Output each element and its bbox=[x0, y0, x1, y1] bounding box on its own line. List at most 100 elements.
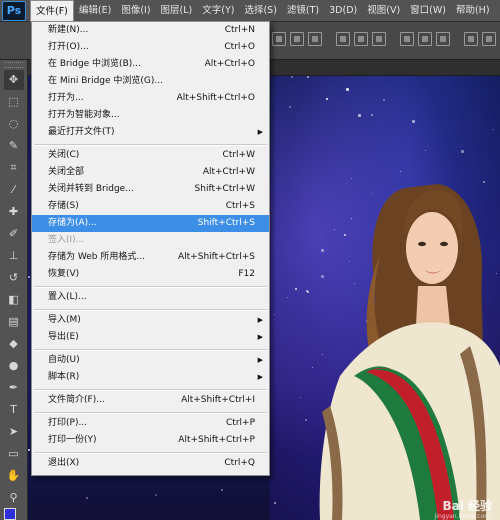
healing-brush-icon[interactable]: ✚ bbox=[4, 202, 24, 222]
menu-1[interactable]: 编辑(E) bbox=[74, 0, 116, 22]
blur-icon[interactable]: ◆ bbox=[4, 334, 24, 354]
star bbox=[221, 489, 223, 491]
menu-5[interactable]: 选择(S) bbox=[239, 0, 281, 22]
crop-icon[interactable]: ⌗ bbox=[4, 158, 24, 178]
menu-item-label: 打开为智能对象... bbox=[48, 107, 120, 124]
file-menu-item[interactable]: 在 Mini Bridge 中浏览(G)... bbox=[32, 73, 269, 90]
menu-item-label: 关闭(C) bbox=[48, 147, 79, 164]
marquee-icon[interactable]: ⬚ bbox=[4, 92, 24, 112]
pen-icon[interactable]: ✒ bbox=[4, 378, 24, 398]
file-menu-item[interactable]: 打印(P)...Ctrl+P bbox=[32, 415, 269, 432]
eyedropper-icon[interactable]: ⁄ bbox=[4, 180, 24, 200]
menu-item-shortcut: Alt+Shift+Ctrl+P bbox=[178, 432, 255, 449]
file-menu-item[interactable]: 自动(U)▶ bbox=[32, 352, 269, 369]
tools-panel: ✥⬚◌✎⌗⁄✚✐⊥↺◧▤◆●✒T➤▭✋⚲ bbox=[0, 60, 28, 520]
submenu-arrow-icon: ▶ bbox=[258, 369, 263, 386]
align-top-icon[interactable] bbox=[272, 32, 286, 46]
distribute-top-icon[interactable] bbox=[400, 32, 414, 46]
file-menu-item[interactable]: 文件简介(F)... Alt+Shift+Ctrl+I bbox=[32, 392, 269, 409]
file-menu-item[interactable]: 恢复(V)F12 bbox=[32, 266, 269, 283]
distribute-center-icon[interactable] bbox=[482, 32, 496, 46]
history-brush-icon[interactable]: ↺ bbox=[4, 268, 24, 288]
file-menu-item[interactable]: 存储(S)Ctrl+S bbox=[32, 198, 269, 215]
menu-10[interactable]: 帮助(H) bbox=[451, 0, 495, 22]
star bbox=[28, 449, 30, 451]
menu-item-shortcut: Alt+Ctrl+O bbox=[205, 56, 255, 73]
separator bbox=[454, 32, 460, 46]
align-left-icon[interactable] bbox=[336, 32, 350, 46]
file-menu-item[interactable]: 脚本(R)▶ bbox=[32, 369, 269, 386]
menu-item-label: 关闭并转到 Bridge... bbox=[48, 181, 134, 198]
file-menu-item[interactable]: 打开为智能对象... bbox=[32, 107, 269, 124]
file-menu-item[interactable]: 关闭并转到 Bridge... Shift+Ctrl+W bbox=[32, 181, 269, 198]
menu-item-shortcut: Shift+Ctrl+S bbox=[198, 215, 255, 232]
menu-item-label: 打开为... bbox=[48, 90, 84, 107]
shape-icon[interactable]: ▭ bbox=[4, 444, 24, 464]
dodge-icon[interactable]: ● bbox=[4, 356, 24, 376]
file-menu-item[interactable]: 导入(M)▶ bbox=[32, 312, 269, 329]
lasso-icon[interactable]: ◌ bbox=[4, 114, 24, 134]
menu-2[interactable]: 图像(I) bbox=[116, 0, 155, 22]
distribute-left-icon[interactable] bbox=[464, 32, 478, 46]
file-menu-item[interactable]: 打开为...Alt+Shift+Ctrl+O bbox=[32, 90, 269, 107]
menu-item-label: 导入(M) bbox=[48, 312, 81, 329]
menu-0[interactable]: 文件(F) bbox=[30, 0, 74, 22]
file-menu-item[interactable]: 存储为 Web 所用格式...Alt+Shift+Ctrl+S bbox=[32, 249, 269, 266]
menu-bar: Ps 文件(F)编辑(E)图像(I)图层(L)文字(Y)选择(S)滤镜(T)3D… bbox=[0, 0, 500, 22]
menu-item-shortcut: Ctrl+Q bbox=[224, 455, 255, 472]
foreground-color-swatch[interactable] bbox=[4, 508, 16, 520]
menu-item-label: 文件简介(F)... bbox=[48, 392, 105, 409]
menu-item-label: 最近打开文件(T) bbox=[48, 124, 115, 141]
watermark-url: jingyan.baidu.com bbox=[435, 513, 490, 520]
document-canvas[interactable]: Bai 经验 jingyan.baidu.com bbox=[270, 76, 500, 520]
menu-item-shortcut: Alt+Shift+Ctrl+I bbox=[181, 392, 255, 409]
align-bottom-icon[interactable] bbox=[308, 32, 322, 46]
hand-icon[interactable]: ✋ bbox=[4, 466, 24, 486]
menu-item-label: 存储为 Web 所用格式... bbox=[48, 249, 145, 266]
panel-grip[interactable] bbox=[4, 62, 23, 68]
brush-icon[interactable]: ✐ bbox=[4, 224, 24, 244]
gradient-icon[interactable]: ▤ bbox=[4, 312, 24, 332]
menu-3[interactable]: 图层(L) bbox=[156, 0, 198, 22]
file-menu-item[interactable]: 关闭(C) Ctrl+W bbox=[32, 147, 269, 164]
type-icon[interactable]: T bbox=[4, 400, 24, 420]
move-icon[interactable]: ✥ bbox=[4, 70, 24, 90]
file-menu-item[interactable]: 导出(E)▶ bbox=[32, 329, 269, 346]
menu-7[interactable]: 3D(D) bbox=[324, 0, 362, 22]
file-menu-item[interactable]: 在 Bridge 中浏览(B)...Alt+Ctrl+O bbox=[32, 56, 269, 73]
path-select-icon[interactable]: ➤ bbox=[4, 422, 24, 442]
align-center-icon[interactable] bbox=[354, 32, 368, 46]
align-middle-icon[interactable] bbox=[290, 32, 304, 46]
menu-4[interactable]: 文字(Y) bbox=[197, 0, 239, 22]
menu-item-shortcut: Ctrl+W bbox=[223, 147, 255, 164]
menu-item-shortcut: Ctrl+O bbox=[224, 39, 255, 56]
file-menu-item[interactable]: 新建(N)...Ctrl+N bbox=[32, 22, 269, 39]
clone-stamp-icon[interactable]: ⊥ bbox=[4, 246, 24, 266]
file-menu-item[interactable]: 最近打开文件(T)▶ bbox=[32, 124, 269, 141]
quick-select-icon[interactable]: ✎ bbox=[4, 136, 24, 156]
menu-item-shortcut: Alt+Ctrl+W bbox=[203, 164, 255, 181]
menu-6[interactable]: 滤镜(T) bbox=[282, 0, 324, 22]
file-menu-item: 签入(I)... bbox=[32, 232, 269, 249]
menu-item-label: 退出(X) bbox=[48, 455, 79, 472]
file-menu-item[interactable]: 置入(L)... bbox=[32, 289, 269, 306]
menu-8[interactable]: 视图(V) bbox=[362, 0, 405, 22]
star bbox=[155, 494, 157, 496]
separator bbox=[390, 32, 396, 46]
menu-9[interactable]: 窗口(W) bbox=[405, 0, 451, 22]
star bbox=[28, 276, 30, 278]
menu-item-label: 自动(U) bbox=[48, 352, 80, 369]
file-menu-item[interactable]: 打开(O)... Ctrl+O bbox=[32, 39, 269, 56]
file-menu-item[interactable]: 打印一份(Y)Alt+Shift+Ctrl+P bbox=[32, 432, 269, 449]
eraser-icon[interactable]: ◧ bbox=[4, 290, 24, 310]
file-menu-item[interactable]: 关闭全部Alt+Ctrl+W bbox=[32, 164, 269, 181]
separator bbox=[326, 32, 332, 46]
menu-item-shortcut: Shift+Ctrl+W bbox=[195, 181, 255, 198]
distribute-bottom-icon[interactable] bbox=[436, 32, 450, 46]
distribute-middle-icon[interactable] bbox=[418, 32, 432, 46]
zoom-icon[interactable]: ⚲ bbox=[4, 488, 24, 508]
file-menu-item[interactable]: 退出(X) Ctrl+Q bbox=[32, 455, 269, 472]
file-menu-item[interactable]: 存储为(A)...Shift+Ctrl+S bbox=[32, 215, 269, 232]
menu-item-label: 打开(O)... bbox=[48, 39, 89, 56]
align-right-icon[interactable] bbox=[372, 32, 386, 46]
